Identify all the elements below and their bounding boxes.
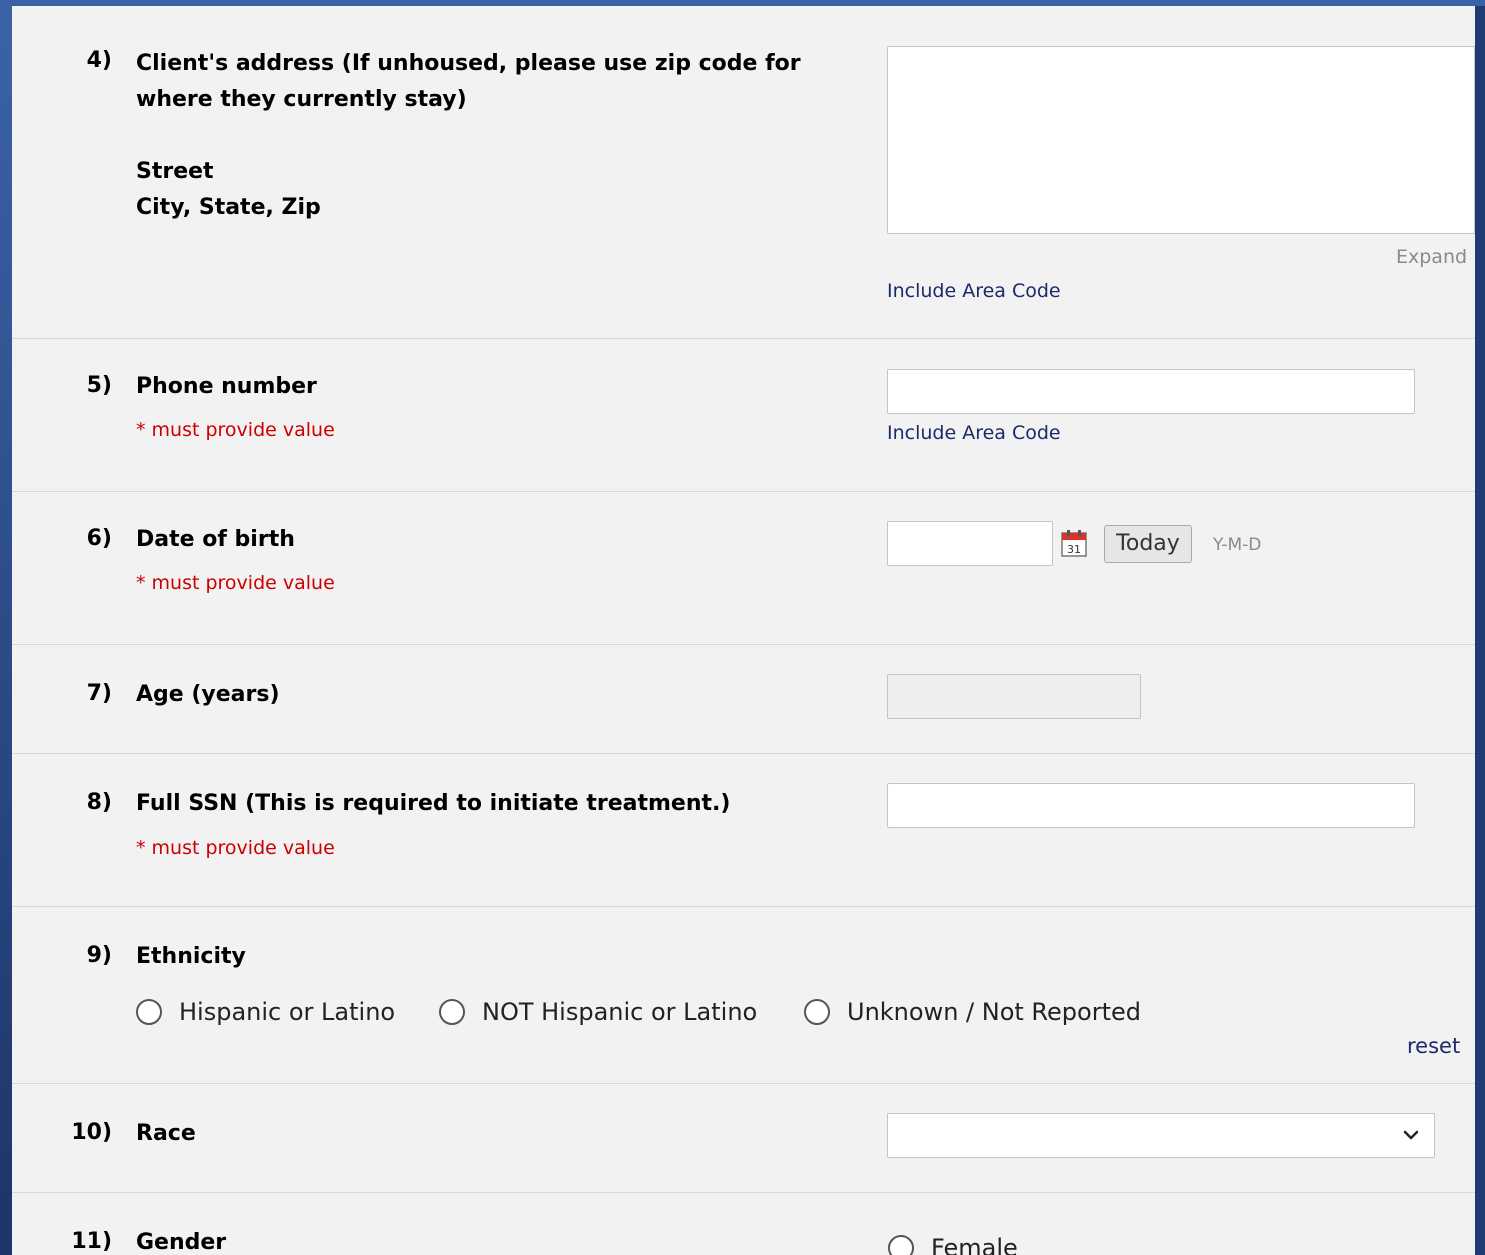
ethnicity-radio-unknown[interactable]	[804, 999, 830, 1025]
window-left-edge	[0, 0, 12, 1255]
question-row-age: 7) Age (years)	[12, 645, 1475, 754]
ethnicity-option-label[interactable]: Hispanic or Latino	[179, 998, 395, 1026]
required-note: * must provide value	[136, 572, 335, 594]
question-number: 8)	[86, 790, 112, 815]
survey-form: 4) Client's address (If unhoused, please…	[12, 6, 1475, 1255]
question-number: 7)	[86, 681, 112, 706]
question-label: Phone number	[136, 374, 317, 399]
reset-link[interactable]: reset	[1407, 1034, 1460, 1058]
question-number: 10)	[71, 1120, 112, 1145]
calendar-icon[interactable]: 31	[1061, 529, 1087, 557]
question-label: Age (years)	[136, 682, 280, 707]
age-input	[887, 674, 1141, 719]
ssn-input[interactable]	[887, 783, 1415, 828]
address-format-city: City, State, Zip	[136, 195, 321, 220]
gender-option-label[interactable]: Female	[931, 1234, 1018, 1255]
question-row-dob: 6) Date of birth * must provide value	[12, 492, 1475, 645]
question-row-gender: 11) Gender Female	[12, 1193, 1475, 1255]
date-format-hint: Y-M-D	[1213, 535, 1262, 555]
address-textarea[interactable]	[887, 46, 1475, 234]
gender-radio-female[interactable]	[888, 1235, 914, 1255]
question-label: Gender	[136, 1230, 227, 1255]
question-row-address: 4) Client's address (If unhoused, please…	[12, 6, 1475, 339]
question-number: 5)	[86, 373, 112, 398]
question-label-line: where they currently stay)	[136, 87, 467, 112]
phone-input[interactable]	[887, 369, 1415, 414]
ethnicity-option-label[interactable]: Unknown / Not Reported	[847, 998, 1141, 1026]
area-code-hint: Include Area Code	[887, 422, 1061, 444]
today-button[interactable]: Today	[1104, 525, 1192, 563]
question-label-line: Client's address (If unhoused, please us…	[136, 51, 801, 76]
required-note: * must provide value	[136, 419, 335, 441]
question-label: Full SSN (This is required to initiate t…	[136, 791, 731, 816]
question-number: 9)	[86, 943, 112, 968]
svg-text:31: 31	[1067, 543, 1081, 556]
question-row-ethnicity: 9) Ethnicity Hispanic or Latino NOT Hisp…	[12, 907, 1475, 1084]
ethnicity-option-label[interactable]: NOT Hispanic or Latino	[482, 998, 757, 1026]
ethnicity-radio-not-hispanic[interactable]	[439, 999, 465, 1025]
dob-input[interactable]	[887, 521, 1053, 566]
question-row-phone: 5) Phone number * must provide value Inc…	[12, 339, 1475, 492]
expand-link[interactable]: Expand	[1396, 246, 1467, 268]
question-number: 6)	[86, 526, 112, 551]
address-format-street: Street	[136, 159, 214, 184]
question-label: Ethnicity	[136, 944, 246, 969]
question-number: 4)	[86, 48, 112, 73]
question-number: 11)	[71, 1229, 112, 1254]
question-row-ssn: 8) Full SSN (This is required to initiat…	[12, 754, 1475, 907]
chevron-down-icon	[1403, 1130, 1419, 1140]
race-select[interactable]	[887, 1113, 1435, 1158]
question-label: Date of birth	[136, 527, 295, 552]
ethnicity-radio-hispanic[interactable]	[136, 999, 162, 1025]
question-label: Race	[136, 1121, 196, 1146]
area-code-hint: Include Area Code	[887, 280, 1061, 302]
required-note: * must provide value	[136, 837, 335, 859]
